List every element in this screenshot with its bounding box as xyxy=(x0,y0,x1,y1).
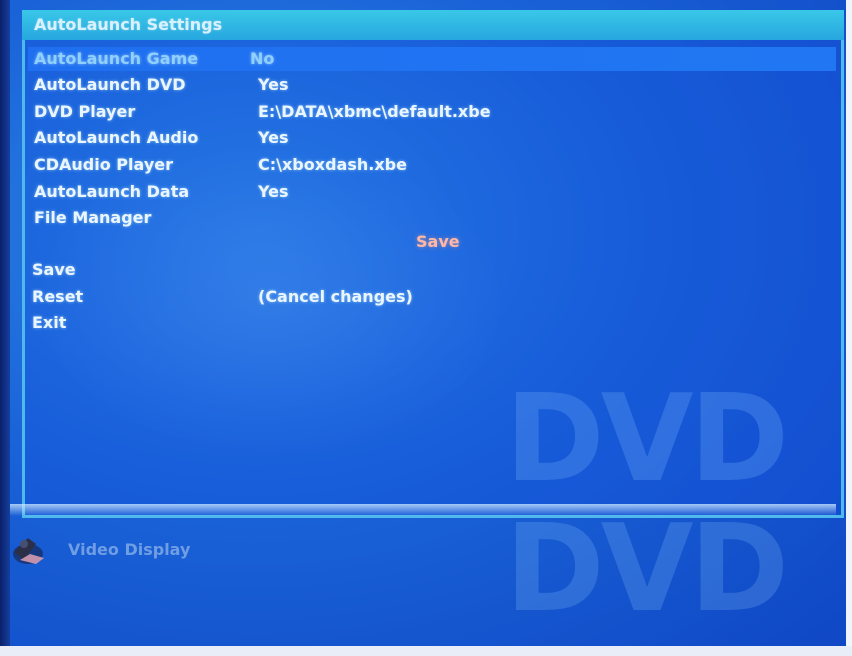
setting-value: Yes xyxy=(258,128,289,147)
menu-item-label: Video Display xyxy=(68,540,191,559)
background-dvd-logo-reflection: DVD xyxy=(505,500,789,639)
setting-autolaunch-game[interactable]: AutoLaunch Game No xyxy=(28,47,836,71)
setting-value: Yes xyxy=(258,182,289,201)
setting-value: C:\xboxdash.xbe xyxy=(258,155,407,174)
reset-description: (Cancel changes) xyxy=(258,287,413,306)
reset-button[interactable]: Reset xyxy=(32,287,83,306)
video-display-icon xyxy=(13,538,44,564)
dialog-header: AutoLaunch Settings xyxy=(22,10,844,40)
setting-label: CDAudio Player xyxy=(34,155,173,174)
setting-label: AutoLaunch DVD xyxy=(34,75,186,94)
screen-bezel-bottom xyxy=(0,646,852,656)
setting-label: AutoLaunch Data xyxy=(34,182,190,201)
dialog-bottom-edge xyxy=(0,504,836,516)
setting-label: DVD Player xyxy=(34,102,136,121)
setting-label: File Manager xyxy=(34,208,152,227)
exit-button[interactable]: Exit xyxy=(32,313,66,332)
setting-value: No xyxy=(250,49,275,68)
setting-label: AutoLaunch Audio xyxy=(34,128,199,147)
dialog-title: AutoLaunch Settings xyxy=(34,15,223,34)
save-section-heading: Save xyxy=(416,232,460,251)
screen-bezel-left xyxy=(0,0,10,656)
screen-bezel-right xyxy=(846,0,852,656)
screen: DVD DVD AutoLaunch Settings AutoLaunch G… xyxy=(0,0,852,656)
setting-value: Yes xyxy=(258,75,289,94)
save-button[interactable]: Save xyxy=(32,260,76,279)
setting-label: AutoLaunch Game xyxy=(34,49,199,68)
setting-value: E:\DATA\xbmc\default.xbe xyxy=(258,102,491,121)
